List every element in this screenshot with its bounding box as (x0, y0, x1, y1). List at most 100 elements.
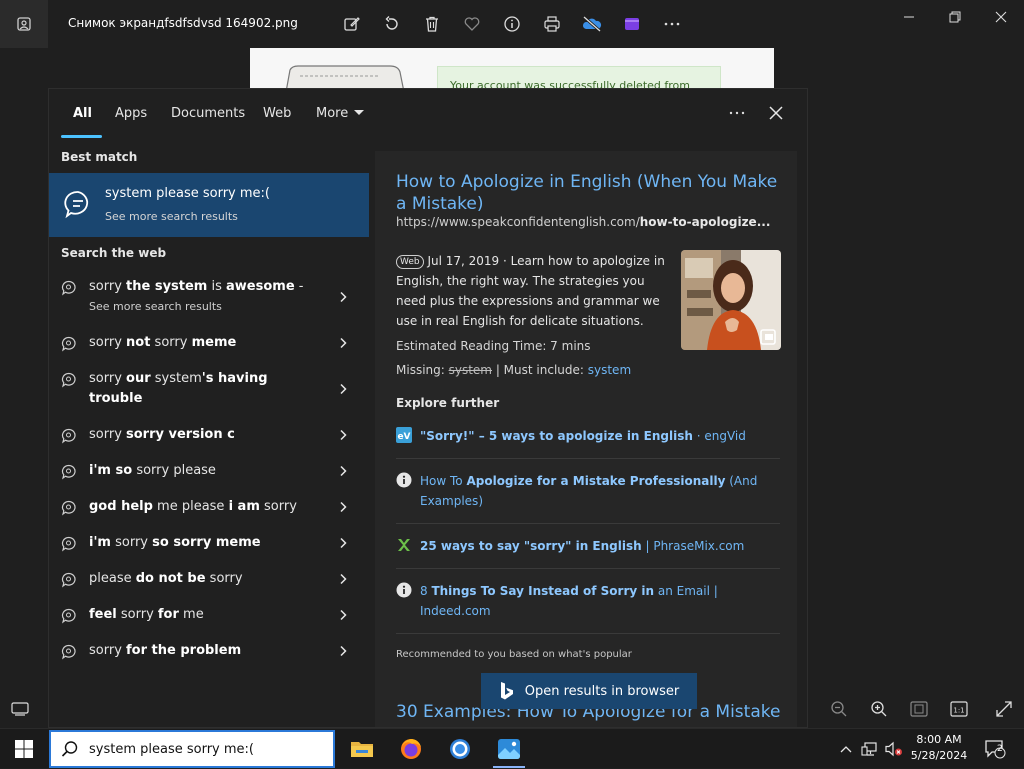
search-bubble-icon (61, 372, 76, 388)
file-explorer-icon[interactable] (338, 729, 386, 769)
edit-icon[interactable] (340, 12, 364, 36)
close-search-icon[interactable] (764, 101, 788, 125)
explore-item-text: 25 ways to say "sorry" in English | Phra… (420, 539, 745, 553)
search-bubble-icon (61, 280, 76, 296)
chevron-right-icon (340, 465, 347, 477)
explore-item-text: How To Apologize for a Mistake Professio… (420, 474, 758, 508)
suggestion-text: sorry the system is awesome - See more se… (89, 277, 309, 317)
tab-more-label: More (316, 106, 349, 121)
explore-item[interactable]: eV "Sorry!" – 5 ways to apologize in Eng… (396, 426, 780, 448)
tab-more[interactable]: More (316, 106, 365, 121)
zoom-out-icon[interactable] (828, 698, 850, 720)
search-bubble-icon (61, 608, 76, 624)
taskbar-search-box[interactable] (49, 730, 335, 768)
notifications-button[interactable]: 2 (980, 729, 1010, 769)
divider (396, 523, 780, 524)
suggestion-subtitle: See more search results (89, 300, 222, 313)
clock-date: 5/28/2024 (910, 749, 968, 762)
actual-size-icon[interactable]: 1:1 (948, 698, 970, 720)
result-preview: How to Apologize in English (When You Ma… (375, 151, 797, 727)
result-thumbnail[interactable] (681, 250, 781, 350)
file-title: Снимок экрандfsdfsdvsd 164902.png (68, 16, 298, 30)
web-suggestion-item[interactable]: sorry the system is awesome - See more se… (49, 277, 369, 321)
active-tab-indicator (61, 135, 102, 138)
photos-taskbar-icon[interactable] (485, 729, 533, 769)
search-panel: All Apps Documents Web More Best match s… (48, 88, 808, 728)
suggestion-text: please do not be sorry (89, 571, 243, 586)
image-banner-text: Your account was successfully deleted fr… (437, 66, 721, 90)
onedrive-off-icon[interactable] (580, 12, 604, 36)
print-icon[interactable] (540, 12, 564, 36)
explore-item[interactable]: 8 Things To Say Instead of Sorry in an E… (396, 581, 780, 621)
chat-search-icon (64, 191, 89, 219)
explore-further-heading: Explore further (396, 396, 500, 410)
missing-terms: Missing: system | Must include: system (396, 363, 632, 377)
web-suggestion-item[interactable]: sorry our system's having trouble (49, 369, 369, 413)
more-options-icon[interactable] (725, 101, 749, 125)
open-results-in-browser-button[interactable]: Open results in browser (481, 673, 697, 709)
minimize-button[interactable] (886, 4, 932, 30)
clipchamp-icon[interactable] (620, 12, 644, 36)
fit-to-window-icon[interactable] (908, 698, 930, 720)
web-suggestion-item[interactable]: god help me please i am sorry (49, 497, 369, 521)
open-browser-label: Open results in browser (524, 683, 680, 699)
best-match-title: system please sorry me:( (105, 186, 270, 201)
divider (396, 568, 780, 569)
tab-web[interactable]: Web (263, 106, 291, 121)
divider (396, 458, 780, 459)
svg-text:1:1: 1:1 (953, 707, 964, 715)
svg-text:eV: eV (397, 432, 410, 442)
web-suggestion-item[interactable]: please do not be sorry (49, 569, 369, 593)
restore-button[interactable] (932, 4, 978, 30)
search-bubble-icon (61, 464, 76, 480)
result-title-link[interactable]: How to Apologize in English (When You Ma… (396, 171, 786, 215)
chevron-right-icon (340, 337, 347, 349)
zoom-in-icon[interactable] (868, 698, 890, 720)
windows-logo-icon (15, 740, 33, 758)
more-options-icon[interactable] (660, 12, 684, 36)
clock-time: 8:00 AM (916, 733, 962, 746)
tab-all[interactable]: All (73, 106, 92, 121)
suggestion-text: i'm sorry so sorry meme (89, 535, 261, 550)
viewer-titlebar: Снимок экрандfsdfsdvsd 164902.png (0, 0, 1024, 48)
web-suggestion-item[interactable]: i'm sorry so sorry meme (49, 533, 369, 557)
info-icon[interactable] (500, 12, 524, 36)
suggestion-text: sorry sorry version c (89, 427, 235, 442)
viewed-image: Your account was successfully deleted fr… (250, 48, 774, 90)
web-suggestion-item[interactable]: sorry sorry version c (49, 425, 369, 449)
web-suggestion-item[interactable]: i'm so sorry please (49, 461, 369, 485)
chevron-right-icon (340, 501, 347, 513)
explore-item[interactable]: How To Apologize for a Mistake Professio… (396, 471, 780, 511)
search-input[interactable] (89, 738, 319, 760)
web-suggestion-item[interactable]: sorry not sorry meme (49, 333, 369, 357)
network-icon[interactable] (858, 729, 882, 769)
search-bubble-icon (61, 644, 76, 660)
tab-apps[interactable]: Apps (115, 106, 147, 121)
delete-icon[interactable] (420, 12, 444, 36)
info-icon (396, 472, 412, 488)
tab-documents[interactable]: Documents (171, 106, 245, 121)
rotate-icon[interactable] (380, 12, 404, 36)
close-window-button[interactable] (978, 4, 1024, 30)
search-bubble-icon (61, 500, 76, 516)
notification-count: 2 (997, 744, 1003, 754)
photos-app-icon[interactable] (0, 0, 48, 48)
chrome-icon[interactable] (436, 729, 484, 769)
search-bubble-icon (61, 536, 76, 552)
search-web-heading: Search the web (61, 246, 167, 260)
taskbar-clock[interactable]: 8:00 AM 5/28/2024 (904, 732, 974, 764)
search-tabs: All Apps Documents Web More (49, 89, 807, 139)
chevron-up-icon[interactable] (836, 729, 856, 769)
start-button[interactable] (0, 729, 48, 769)
web-suggestion-item[interactable]: sorry for the problem (49, 641, 369, 665)
filmstrip-icon[interactable] (9, 698, 31, 720)
web-suggestion-item[interactable]: feel sorry for me (49, 605, 369, 629)
result-url[interactable]: https://www.speakconfidentenglish.com/ho… (396, 215, 780, 229)
volume-muted-icon[interactable] (882, 729, 906, 769)
favorite-icon[interactable] (460, 12, 484, 36)
firefox-icon[interactable] (387, 729, 435, 769)
must-include-link[interactable]: system (588, 363, 631, 377)
fullscreen-icon[interactable] (993, 698, 1015, 720)
best-match-item[interactable]: system please sorry me:( See more search… (49, 173, 369, 237)
explore-item[interactable]: 25 ways to say "sorry" in English | Phra… (396, 536, 780, 558)
